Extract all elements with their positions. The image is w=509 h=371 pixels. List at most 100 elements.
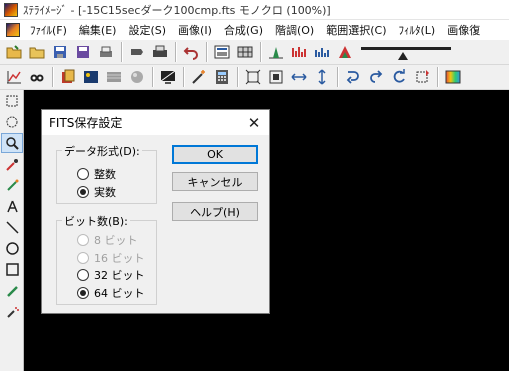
- bit-depth-label: ビット数(B):: [62, 213, 130, 229]
- menu-restore[interactable]: 画像復: [441, 22, 486, 38]
- graph-icon[interactable]: [3, 67, 25, 87]
- spray-icon[interactable]: [1, 301, 23, 321]
- toolbar-separator: [337, 67, 339, 87]
- menu-edit[interactable]: 編集(E): [73, 22, 123, 38]
- radio-integer-label: 整数: [94, 168, 116, 181]
- tone-icon[interactable]: [334, 42, 356, 62]
- save-icon[interactable]: [49, 42, 71, 62]
- ok-button[interactable]: OK: [172, 145, 258, 164]
- toolbar-separator: [206, 42, 208, 62]
- rect-select-icon[interactable]: [1, 91, 23, 111]
- resize-icon[interactable]: [265, 67, 287, 87]
- menu-image[interactable]: 画像(I): [172, 22, 218, 38]
- calculator-icon[interactable]: [211, 67, 233, 87]
- dialog-title: FITS保存設定: [49, 116, 123, 130]
- pen-icon[interactable]: [1, 175, 23, 195]
- dialog-title-bar: FITS保存設定 ✕: [42, 110, 269, 135]
- radio-real[interactable]: 実数: [77, 184, 116, 200]
- curve-icon[interactable]: [311, 42, 333, 62]
- color-palette-icon[interactable]: [442, 67, 464, 87]
- radio-16bit: 16 ビット: [77, 250, 145, 266]
- radio-32bit[interactable]: 32 ビット: [77, 267, 145, 283]
- grid-icon[interactable]: [234, 42, 256, 62]
- eyedropper-icon[interactable]: [1, 154, 23, 174]
- open-folder-icon[interactable]: [26, 42, 48, 62]
- radio-circle: [77, 269, 89, 281]
- binocular-icon[interactable]: [26, 67, 48, 87]
- undo-icon[interactable]: [180, 42, 202, 62]
- fits-save-dialog: FITS保存設定 ✕ データ形式(D): 整数 実数 ビット数(B): 8 ビッ…: [41, 109, 270, 314]
- data-format-label: データ形式(D):: [62, 143, 142, 159]
- menu-filter[interactable]: ﾌｨﾙﾀ(L): [393, 22, 442, 38]
- slider-thumb[interactable]: [398, 52, 408, 60]
- slider-track: [361, 47, 451, 50]
- transform-icon[interactable]: [411, 67, 433, 87]
- menu-file[interactable]: ﾌｧｲﾙ(F): [24, 22, 73, 38]
- title-bar: ｽﾃﾗｲﾒｰｼﾞ - [-15C15secダーク100cmp.fts モノクロ …: [0, 0, 509, 20]
- sphere-icon[interactable]: [126, 67, 148, 87]
- scan-icon[interactable]: [126, 42, 148, 62]
- radio-circle-selected: [77, 287, 89, 299]
- printer-icon[interactable]: [149, 42, 171, 62]
- window-title: ｽﾃﾗｲﾒｰｼﾞ - [-15C15secダーク100cmp.fts モノクロ …: [23, 3, 331, 17]
- radio-circle: [77, 252, 89, 264]
- radio-64bit-label: 64 ビット: [94, 287, 145, 300]
- app-icon: [4, 2, 18, 17]
- text-icon[interactable]: [1, 196, 23, 216]
- secondary-toolbar: [0, 65, 509, 90]
- info-window-icon[interactable]: [211, 42, 233, 62]
- radio-8bit: 8 ビット: [77, 232, 138, 248]
- line-icon[interactable]: [1, 217, 23, 237]
- histogram-icon[interactable]: [265, 42, 287, 62]
- radio-16bit-label: 16 ビット: [94, 252, 145, 265]
- toolbar-separator: [52, 67, 54, 87]
- gradient-icon[interactable]: [103, 67, 125, 87]
- level-icon[interactable]: [288, 42, 310, 62]
- rotate-right-icon[interactable]: [342, 67, 364, 87]
- rotate-left-icon[interactable]: [365, 67, 387, 87]
- radio-real-label: 実数: [94, 186, 116, 199]
- toolbar-separator: [437, 67, 439, 87]
- fit-icon[interactable]: [242, 67, 264, 87]
- menu-selection[interactable]: 範囲選択(C): [320, 22, 392, 38]
- toolbar-separator: [121, 42, 123, 62]
- menu-settings[interactable]: 設定(S): [122, 22, 172, 38]
- toolbar-separator: [237, 67, 239, 87]
- circle-icon[interactable]: [1, 238, 23, 258]
- menu-bar: ﾌｧｲﾙ(F) 編集(E) 設定(S) 画像(I) 合成(G) 階調(O) 範囲…: [0, 20, 509, 40]
- cancel-button[interactable]: キャンセル: [172, 172, 258, 191]
- radio-64bit[interactable]: 64 ビット: [77, 285, 145, 301]
- radio-circle-selected: [77, 186, 89, 198]
- open-icon[interactable]: [3, 42, 25, 62]
- toolbar-separator: [183, 67, 185, 87]
- magic-wand-icon[interactable]: [188, 67, 210, 87]
- rotate-icon[interactable]: [388, 67, 410, 87]
- radio-32bit-label: 32 ビット: [94, 269, 145, 282]
- main-toolbar: [0, 40, 509, 65]
- print-icon[interactable]: [95, 42, 117, 62]
- radio-8bit-label: 8 ビット: [94, 234, 138, 247]
- layer-icon[interactable]: [57, 67, 79, 87]
- close-icon[interactable]: ✕: [239, 110, 269, 135]
- pencil-icon[interactable]: [1, 280, 23, 300]
- tool-palette: [0, 90, 24, 371]
- menu-composite[interactable]: 合成(G): [218, 22, 269, 38]
- image-icon[interactable]: [80, 67, 102, 87]
- rectangle-icon[interactable]: [1, 259, 23, 279]
- contrast-slider[interactable]: [361, 42, 451, 62]
- flip-vertical-icon[interactable]: [311, 67, 333, 87]
- toolbar-separator: [152, 67, 154, 87]
- radio-circle: [77, 234, 89, 246]
- monitor-icon[interactable]: [157, 67, 179, 87]
- menu-tone[interactable]: 階調(O): [269, 22, 320, 38]
- toolbar-separator: [175, 42, 177, 62]
- zoom-icon[interactable]: [1, 133, 23, 153]
- radio-circle: [77, 168, 89, 180]
- ellipse-select-icon[interactable]: [1, 112, 23, 132]
- radio-integer[interactable]: 整数: [77, 166, 116, 182]
- save-as-icon[interactable]: [72, 42, 94, 62]
- document-icon[interactable]: [6, 23, 20, 37]
- toolbar-separator: [260, 42, 262, 62]
- help-button[interactable]: ヘルプ(H): [172, 202, 258, 221]
- flip-horizontal-icon[interactable]: [288, 67, 310, 87]
